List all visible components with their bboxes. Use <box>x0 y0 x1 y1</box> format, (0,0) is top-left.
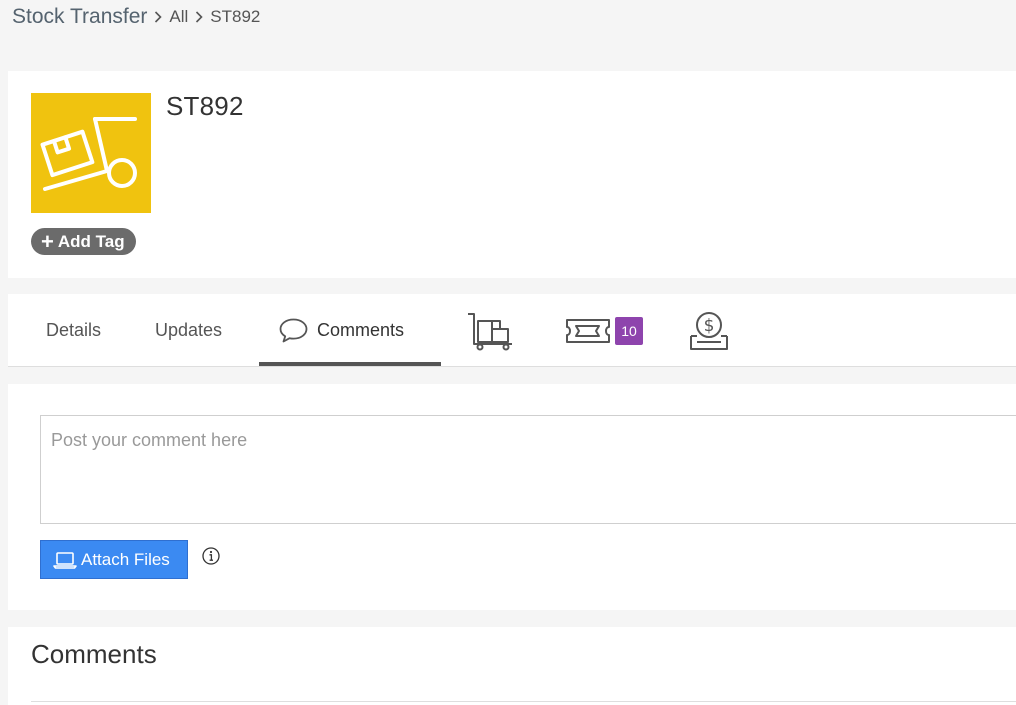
breadcrumb-root-link[interactable]: Stock Transfer <box>12 5 147 29</box>
breadcrumb-item-current: ST892 <box>210 7 261 26</box>
tab-payments[interactable]: $ <box>689 294 729 367</box>
chevron-right-icon <box>149 11 167 23</box>
active-tab-indicator <box>259 362 441 366</box>
tab-updates-label: Updates <box>155 320 223 340</box>
ticket-icon <box>565 316 611 346</box>
plus-icon: + <box>41 228 54 254</box>
tabs-bar: Details Updates Comments 10 $ <box>8 294 1016 367</box>
tab-updates[interactable]: Updates <box>155 294 222 367</box>
comment-input[interactable] <box>40 415 1016 524</box>
divider <box>31 701 1016 702</box>
tab-details[interactable]: Details <box>46 294 101 367</box>
tab-shipments[interactable] <box>466 294 516 367</box>
info-icon[interactable] <box>202 547 220 565</box>
tab-details-label: Details <box>46 320 102 340</box>
record-header: ST892 + Add Tag <box>8 71 1016 278</box>
add-tag-label: Add Tag <box>57 231 125 251</box>
tab-tickets[interactable]: 10 <box>565 294 643 367</box>
tab-comments-label: Comments <box>317 320 405 340</box>
speech-bubble-icon <box>278 317 309 344</box>
hand-truck-box-icon <box>31 93 151 213</box>
comments-heading: Comments <box>31 639 157 669</box>
add-tag-button[interactable]: + Add Tag <box>31 228 136 255</box>
laptop-icon <box>53 551 81 569</box>
breadcrumb: Stock Transfer All ST892 <box>12 4 260 30</box>
chevron-right-icon <box>190 11 208 23</box>
attach-files-label: Attach Files <box>81 549 170 569</box>
tickets-count-badge: 10 <box>615 316 643 345</box>
comments-section: Comments <box>8 627 1016 705</box>
breadcrumb-item-all[interactable]: All <box>169 7 188 27</box>
svg-text:$: $ <box>704 316 715 336</box>
money-tray-icon: $ <box>689 310 729 352</box>
comment-form: Attach Files <box>8 384 1016 610</box>
attach-files-button[interactable]: Attach Files <box>40 540 188 579</box>
cart-icon <box>466 311 516 351</box>
record-title: ST892 <box>166 91 244 121</box>
tab-comments[interactable]: Comments <box>278 294 404 367</box>
